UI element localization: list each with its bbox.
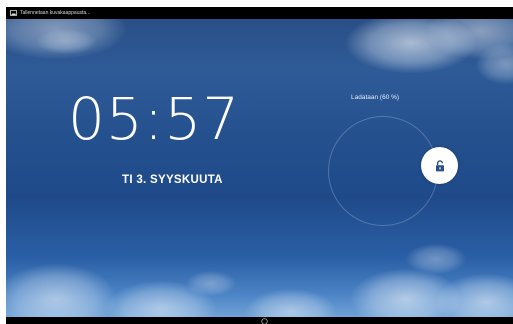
image-icon: [10, 10, 17, 16]
device-screen: Tallennetaan kuvakaappausta... 05:57 TI …: [6, 7, 513, 324]
lock-screen-clock: 05:57: [68, 85, 241, 153]
status-notification-text: Tallennetaan kuvakaappausta...: [20, 10, 91, 16]
cloud: [246, 289, 336, 317]
unlock-button[interactable]: [421, 147, 458, 184]
status-bar: Tallennetaan kuvakaappausta...: [6, 7, 513, 19]
cloud: [186, 271, 236, 296]
home-circle-icon[interactable]: [261, 318, 268, 324]
cloud: [406, 244, 466, 274]
cloud: [6, 264, 116, 317]
navigation-bar: [6, 317, 513, 324]
lock-screen-date: TI 3. SYYSKUUTA: [122, 174, 223, 186]
charging-status: Ladataan (60 %): [351, 94, 400, 101]
cloud: [36, 29, 96, 54]
unlocked-padlock-icon: [435, 159, 444, 171]
